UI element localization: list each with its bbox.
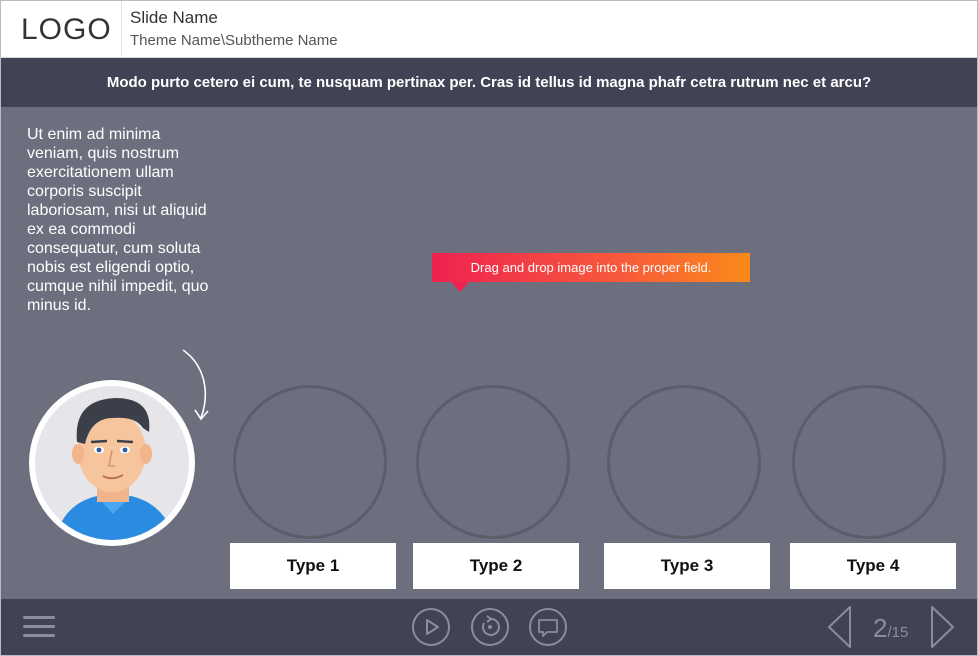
replay-icon <box>481 615 500 636</box>
footer-bar: 2/15 <box>1 599 977 655</box>
tooltip-pointer <box>451 282 469 292</box>
logo: LOGO <box>21 13 112 46</box>
page-total: /15 <box>887 624 909 641</box>
instruction-text: Ut enim ad minima veniam, quis nostrum e… <box>27 126 209 314</box>
question-bar: Modo purto cetero ei cum, te nusquam per… <box>1 58 977 107</box>
drag-hint-tooltip: Drag and drop image into the proper fiel… <box>432 253 750 282</box>
menu-icon[interactable] <box>23 616 55 643</box>
slide-name: Slide Name <box>130 8 218 27</box>
drop-zone-4[interactable] <box>792 385 946 539</box>
next-arrow-icon[interactable] <box>928 605 956 649</box>
page-current: 2 <box>873 613 888 643</box>
type-3-label: Type 3 <box>604 543 770 589</box>
type-2-label: Type 2 <box>413 543 579 589</box>
comment-button[interactable] <box>529 608 567 646</box>
drop-zone-3[interactable] <box>607 385 761 539</box>
slide-frame: LOGO Slide Name Theme Name\Subtheme Name… <box>0 0 978 656</box>
replay-button[interactable] <box>471 608 509 646</box>
type-4-label: Type 4 <box>790 543 956 589</box>
page-counter: 2/15 <box>873 613 908 644</box>
theme-name: Theme Name\Subtheme Name <box>130 32 338 49</box>
comment-icon <box>538 619 558 637</box>
play-button[interactable] <box>412 608 450 646</box>
avatar-illustration <box>35 386 189 540</box>
header-divider <box>121 1 122 57</box>
avatar <box>29 380 195 546</box>
prev-arrow-icon[interactable] <box>826 605 854 649</box>
header: LOGO Slide Name Theme Name\Subtheme Name <box>1 1 977 58</box>
drop-zone-2[interactable] <box>416 385 570 539</box>
type-1-label: Type 1 <box>230 543 396 589</box>
drop-zone-1[interactable] <box>233 385 387 539</box>
play-icon <box>426 619 439 635</box>
